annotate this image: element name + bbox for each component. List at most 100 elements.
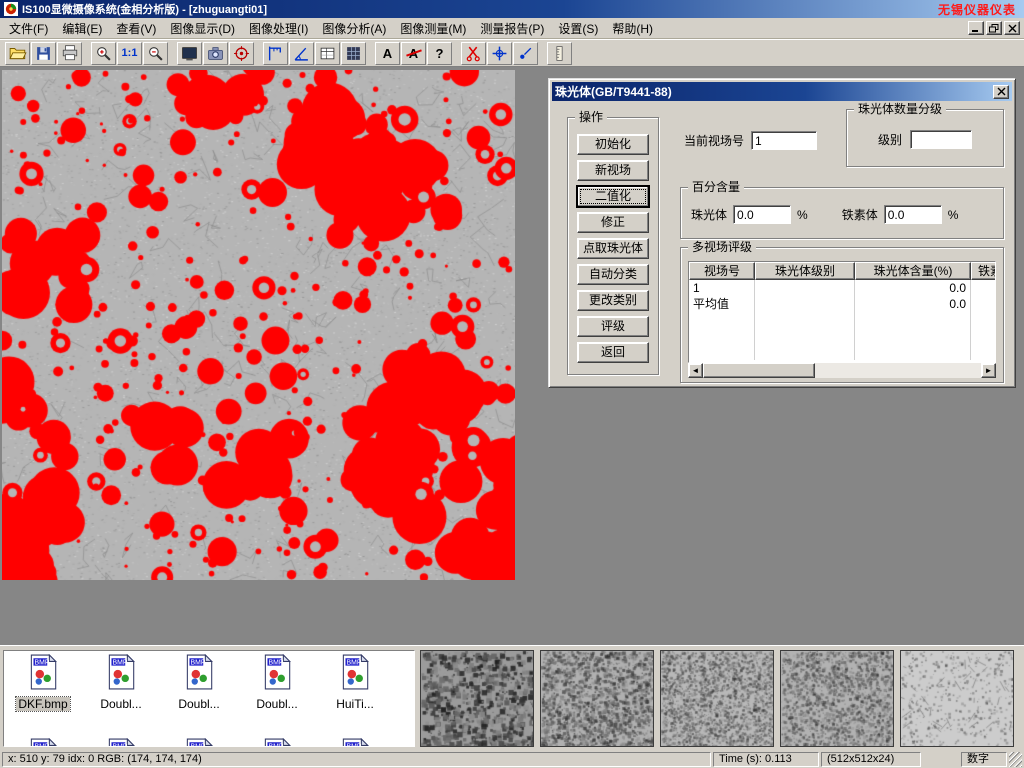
ferrite-label: 铁素体 bbox=[842, 206, 878, 223]
menu-item-8[interactable]: 设置(S) bbox=[551, 18, 605, 39]
menu-item-2[interactable]: 查看(V) bbox=[109, 18, 163, 39]
application-window: IS100显微摄像系统(金相分析版) - [zhuguangti01] 无锡仪器… bbox=[0, 0, 1024, 768]
dialog-title-bar[interactable]: 珠光体(GB/T9441-88) bbox=[552, 82, 1012, 101]
camera-icon[interactable] bbox=[203, 42, 228, 65]
table-cell bbox=[755, 344, 855, 360]
report-table-icon[interactable] bbox=[315, 42, 340, 65]
thumbnail-3[interactable] bbox=[660, 650, 774, 747]
zoom-out-icon[interactable] bbox=[143, 42, 168, 65]
measure-caliper-icon[interactable] bbox=[263, 42, 288, 65]
file-item-1[interactable]: BMPDoubl... bbox=[82, 651, 160, 713]
table-column-header-2[interactable]: 珠光体含量(%) bbox=[855, 262, 971, 280]
cut-red-icon[interactable] bbox=[461, 42, 486, 65]
table-cell bbox=[755, 312, 855, 328]
file-item-0[interactable]: BMPDKF.bmp bbox=[4, 651, 82, 713]
table-horizontal-scrollbar: ◄ ► bbox=[688, 363, 996, 378]
operation-button-5[interactable]: 自动分类 bbox=[577, 264, 649, 285]
menu-item-0[interactable]: 文件(F) bbox=[2, 18, 55, 39]
scroll-right-button[interactable]: ► bbox=[981, 363, 996, 378]
measure-angle-icon[interactable] bbox=[289, 42, 314, 65]
pearlite-percent-input[interactable] bbox=[733, 205, 791, 224]
metallographic-image[interactable] bbox=[2, 70, 515, 580]
toolbar-separator bbox=[83, 42, 91, 65]
mdi-close-button[interactable] bbox=[1004, 21, 1020, 35]
file-item-partial-4[interactable]: BMP bbox=[316, 735, 394, 747]
app-icon bbox=[4, 2, 18, 16]
ferrite-percent-input[interactable] bbox=[884, 205, 942, 224]
file-name: HuiTi... bbox=[334, 697, 376, 711]
file-list[interactable]: BMPDKF.bmpBMPDoubl...BMPDoubl...BMPDoubl… bbox=[3, 650, 415, 747]
toolbar: 1:1 AA? bbox=[0, 39, 1024, 67]
thumbnail-strip bbox=[420, 650, 1014, 747]
pearlite-label: 珠光体 bbox=[691, 206, 727, 223]
table-row-0[interactable]: 10.0 bbox=[689, 280, 995, 296]
probe-icon[interactable] bbox=[513, 42, 538, 65]
toolbar-separator bbox=[367, 42, 375, 65]
operation-button-3[interactable]: 修正 bbox=[577, 212, 649, 233]
scrollbar-thumb[interactable] bbox=[703, 363, 815, 378]
ruler-icon[interactable] bbox=[547, 42, 572, 65]
open-folder-icon[interactable] bbox=[5, 42, 30, 65]
svg-text:BMP: BMP bbox=[347, 660, 362, 667]
file-item-partial-0[interactable]: BMP bbox=[4, 735, 82, 747]
file-item-4[interactable]: BMP HuiTi... bbox=[316, 651, 394, 713]
menu-item-5[interactable]: 图像分析(A) bbox=[315, 18, 393, 39]
operation-button-2[interactable]: 二值化 bbox=[577, 186, 649, 207]
thumbnail-1[interactable] bbox=[420, 650, 534, 747]
crosshair-icon[interactable] bbox=[487, 42, 512, 65]
menu-item-7[interactable]: 测量报告(P) bbox=[473, 18, 551, 39]
table-column-header-1[interactable]: 珠光体级别 bbox=[755, 262, 855, 280]
actual-size-icon[interactable]: 1:1 bbox=[117, 42, 142, 65]
file-browser-panel: BMPDKF.bmpBMPDoubl...BMPDoubl...BMPDoubl… bbox=[0, 645, 1024, 750]
preview-window-icon[interactable] bbox=[177, 42, 202, 65]
scroll-left-button[interactable]: ◄ bbox=[688, 363, 703, 378]
menu-item-4[interactable]: 图像处理(I) bbox=[242, 18, 315, 39]
table-row-1[interactable]: 平均值0.0 bbox=[689, 296, 995, 312]
svg-text:BMP: BMP bbox=[269, 744, 284, 747]
table-cell bbox=[755, 280, 855, 296]
thumbnail-5[interactable] bbox=[900, 650, 1014, 747]
file-item-2[interactable]: BMPDoubl... bbox=[160, 651, 238, 713]
ferrite-percent-unit: % bbox=[948, 208, 959, 222]
mdi-minimize-button[interactable] bbox=[968, 21, 984, 35]
operation-button-6[interactable]: 更改类别 bbox=[577, 290, 649, 311]
scrollbar-track[interactable] bbox=[703, 363, 981, 378]
level-input[interactable] bbox=[910, 130, 972, 149]
file-item-partial-1[interactable]: BMP bbox=[82, 735, 160, 747]
table-column-header-3[interactable]: 铁素 bbox=[971, 262, 996, 280]
table-cell bbox=[971, 328, 996, 344]
text-a-delete-icon[interactable]: A bbox=[401, 42, 426, 65]
text-a-icon[interactable]: A bbox=[375, 42, 400, 65]
file-item-partial-3[interactable]: BMP bbox=[238, 735, 316, 747]
table-cell bbox=[971, 344, 996, 360]
dialog-title: 珠光体(GB/T9441-88) bbox=[555, 83, 993, 100]
thumbnail-2[interactable] bbox=[540, 650, 654, 747]
save-icon[interactable] bbox=[31, 42, 56, 65]
table-row-2 bbox=[689, 312, 995, 328]
time-status: Time (s): 0.113 bbox=[713, 752, 819, 767]
menu-item-9[interactable]: 帮助(H) bbox=[605, 18, 660, 39]
operation-button-7[interactable]: 评级 bbox=[577, 316, 649, 337]
dialog-close-button[interactable] bbox=[993, 85, 1009, 99]
grid-window-icon[interactable] bbox=[341, 42, 366, 65]
capture-target-icon[interactable] bbox=[229, 42, 254, 65]
title-bar: IS100显微摄像系统(金相分析版) - [zhuguangti01] 无锡仪器… bbox=[0, 0, 1024, 18]
operation-button-0[interactable]: 初始化 bbox=[577, 134, 649, 155]
zoom-in-icon[interactable] bbox=[91, 42, 116, 65]
menu-item-6[interactable]: 图像测量(M) bbox=[393, 18, 473, 39]
operation-button-8[interactable]: 返回 bbox=[577, 342, 649, 363]
help-icon[interactable]: ? bbox=[427, 42, 452, 65]
table-column-header-0[interactable]: 视场号 bbox=[689, 262, 755, 280]
menu-item-1[interactable]: 编辑(E) bbox=[55, 18, 109, 39]
operation-button-1[interactable]: 新视场 bbox=[577, 160, 649, 181]
file-item-3[interactable]: BMPDoubl... bbox=[238, 651, 316, 713]
file-item-partial-2[interactable]: BMP bbox=[160, 735, 238, 747]
thumbnail-4[interactable] bbox=[780, 650, 894, 747]
menu-item-3[interactable]: 图像显示(D) bbox=[163, 18, 242, 39]
resize-grip[interactable] bbox=[1009, 752, 1022, 767]
operation-button-4[interactable]: 点取珠光体 bbox=[577, 238, 649, 259]
current-field-input[interactable] bbox=[751, 131, 817, 150]
print-icon[interactable] bbox=[57, 42, 82, 65]
current-field-row: 当前视场号 bbox=[684, 131, 817, 150]
mdi-restore-button[interactable] bbox=[986, 21, 1002, 35]
